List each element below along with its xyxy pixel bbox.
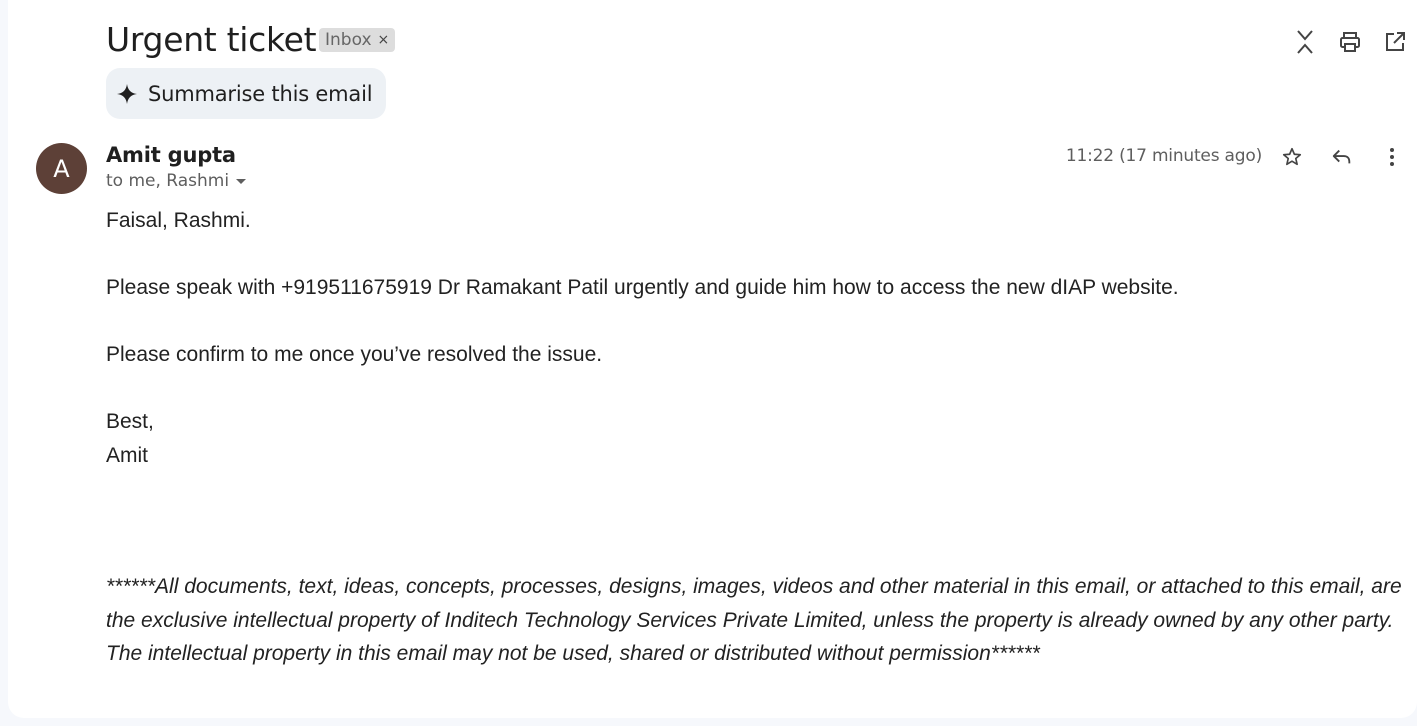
- more-options-button[interactable]: [1367, 143, 1417, 171]
- body-signature: Amit: [106, 443, 148, 467]
- message-actions: [1267, 143, 1417, 171]
- email-disclaimer: ******All documents, text, ideas, concep…: [106, 575, 1402, 665]
- star-icon: [1282, 147, 1302, 166]
- sender-avatar[interactable]: A: [36, 143, 87, 194]
- label-text: Inbox: [325, 30, 372, 50]
- reply-button[interactable]: [1317, 143, 1367, 171]
- recipients-text: to me, Rashmi: [106, 171, 230, 191]
- star-button[interactable]: [1267, 143, 1317, 171]
- open-in-new-window-icon: [1385, 32, 1405, 51]
- inbox-label-chip[interactable]: Inbox ×: [319, 28, 396, 52]
- collapse-all-icon: [1296, 30, 1313, 54]
- sparkle-icon: [117, 83, 137, 104]
- reply-icon: [1332, 149, 1351, 164]
- email-body: Faisal, Rashmi. Please speak with +91951…: [106, 204, 1416, 472]
- recipients-details-toggle[interactable]: to me, Rashmi: [106, 171, 247, 191]
- body-confirm-line: Please confirm to me once you’ve resolve…: [106, 343, 603, 366]
- thread-toolbar: [1282, 28, 1417, 56]
- email-timestamp: 11:22 (17 minutes ago): [1065, 146, 1262, 166]
- remove-label-button[interactable]: ×: [378, 28, 390, 52]
- open-in-new-window-button[interactable]: [1372, 28, 1417, 56]
- summarise-label: Summarise this email: [148, 81, 373, 106]
- collapse-all-button[interactable]: [1282, 28, 1327, 56]
- sender-name[interactable]: Amit gupta: [106, 143, 236, 167]
- print-icon: [1339, 32, 1360, 52]
- body-greeting: Faisal, Rashmi.: [106, 209, 251, 232]
- email-subject: Urgent ticket: [106, 20, 317, 59]
- email-view: Urgent ticket Inbox × Summarise this ema…: [8, 0, 1417, 718]
- more-vert-icon: [1390, 148, 1394, 166]
- dropdown-arrow-icon: [236, 179, 247, 184]
- print-button[interactable]: [1327, 28, 1372, 56]
- summarise-email-button[interactable]: Summarise this email: [106, 68, 386, 119]
- body-signoff: Best,: [106, 410, 154, 433]
- body-request-line: Please speak with +919511675919 Dr Ramak…: [106, 276, 1179, 299]
